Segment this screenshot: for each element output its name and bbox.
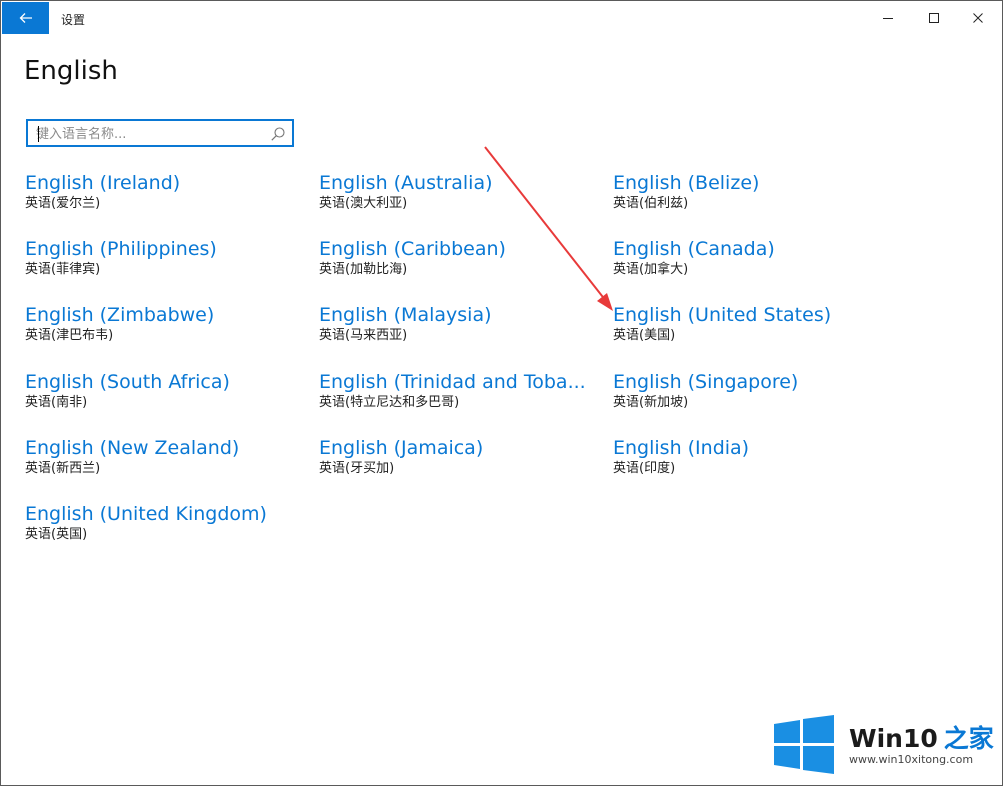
language-option-belize[interactable]: English (Belize) 英语(伯利兹)	[613, 171, 883, 213]
language-native-name: 英语(牙买加)	[319, 461, 395, 476]
language-native-name: 英语(特立尼达和多巴哥)	[319, 395, 460, 410]
language-native-name: 英语(马来西亚)	[319, 328, 408, 343]
language-name: English (Singapore)	[613, 371, 799, 393]
language-native-name: 英语(爱尔兰)	[25, 196, 101, 211]
language-name: English (Malaysia)	[319, 304, 492, 326]
language-option-trinidad-and-tobago[interactable]: English (Trinidad and Toba... 英语(特立尼达和多巴…	[319, 370, 589, 412]
language-option-new-zealand[interactable]: English (New Zealand) 英语(新西兰)	[25, 436, 295, 478]
maximize-icon	[929, 13, 939, 23]
language-name: English (Belize)	[613, 172, 760, 194]
language-option-philippines[interactable]: English (Philippines) 英语(菲律宾)	[25, 237, 295, 279]
windows-logo-icon	[774, 715, 834, 774]
language-native-name: 英语(津巴布韦)	[25, 328, 114, 343]
language-native-name: 英语(南非)	[25, 395, 88, 410]
minimize-button[interactable]	[865, 1, 911, 35]
language-option-zimbabwe[interactable]: English (Zimbabwe) 英语(津巴布韦)	[25, 303, 295, 345]
language-name: English (Ireland)	[25, 172, 181, 194]
language-name: English (United Kingdom)	[25, 503, 267, 525]
language-option-united-states[interactable]: English (United States) 英语(美国)	[613, 303, 883, 345]
language-option-india[interactable]: English (India) 英语(印度)	[613, 436, 883, 478]
language-option-united-kingdom[interactable]: English (United Kingdom) 英语(英国)	[25, 502, 295, 544]
language-name: English (Trinidad and Toba...	[319, 371, 586, 393]
window-title: 设置	[61, 13, 86, 27]
minimize-icon	[883, 18, 893, 19]
language-option-south-africa[interactable]: English (South Africa) 英语(南非)	[25, 370, 295, 412]
language-native-name: 英语(新西兰)	[25, 461, 101, 476]
language-option-ireland[interactable]: English (Ireland) 英语(爱尔兰)	[25, 171, 295, 213]
language-native-name: 英语(加勒比海)	[319, 262, 408, 277]
language-option-australia[interactable]: English (Australia) 英语(澳大利亚)	[319, 171, 589, 213]
search-icon[interactable]	[270, 126, 286, 142]
language-name: English (Australia)	[319, 172, 493, 194]
language-name: English (New Zealand)	[25, 437, 240, 459]
close-button[interactable]	[955, 1, 1001, 35]
watermark-logo: Win10 之家 www.win10xitong.com	[773, 715, 998, 775]
watermark-url: www.win10xitong.com	[849, 753, 974, 766]
language-native-name: 英语(伯利兹)	[613, 196, 689, 211]
language-option-caribbean[interactable]: English (Caribbean) 英语(加勒比海)	[319, 237, 589, 279]
back-arrow-icon	[19, 13, 32, 23]
title-bar: 设置	[1, 1, 1002, 35]
language-option-singapore[interactable]: English (Singapore) 英语(新加坡)	[613, 370, 883, 412]
watermark-brand-suffix: 之家	[943, 724, 994, 753]
language-name: English (India)	[613, 437, 750, 459]
language-native-name: 英语(美国)	[613, 328, 676, 343]
language-search-input[interactable]	[36, 124, 272, 144]
language-option-jamaica[interactable]: English (Jamaica) 英语(牙买加)	[319, 436, 589, 478]
language-name: English (Canada)	[613, 238, 775, 260]
language-name: English (Jamaica)	[319, 437, 484, 459]
language-search-box[interactable]	[26, 119, 294, 147]
settings-window: 设置 English English (Ireland) 英语(	[0, 0, 1003, 786]
language-name: English (United States)	[613, 304, 832, 326]
page-title: English	[24, 56, 118, 86]
language-name: English (Zimbabwe)	[25, 304, 215, 326]
back-button[interactable]	[2, 2, 49, 34]
language-native-name: 英语(新加坡)	[613, 395, 689, 410]
language-native-name: 英语(加拿大)	[613, 262, 689, 277]
close-icon	[973, 13, 983, 23]
language-name: English (Caribbean)	[319, 238, 506, 260]
language-option-canada[interactable]: English (Canada) 英语(加拿大)	[613, 237, 883, 279]
language-name: English (South Africa)	[25, 371, 230, 393]
text-caret	[38, 126, 39, 142]
language-name: English (Philippines)	[25, 238, 217, 260]
watermark-brand-name: Win10	[849, 724, 938, 753]
language-option-malaysia[interactable]: English (Malaysia) 英语(马来西亚)	[319, 303, 589, 345]
watermark-brand: Win10 之家	[849, 719, 994, 755]
language-native-name: 英语(印度)	[613, 461, 676, 476]
maximize-button[interactable]	[911, 1, 957, 35]
language-native-name: 英语(英国)	[25, 527, 88, 542]
language-native-name: 英语(澳大利亚)	[319, 196, 408, 211]
language-native-name: 英语(菲律宾)	[25, 262, 101, 277]
